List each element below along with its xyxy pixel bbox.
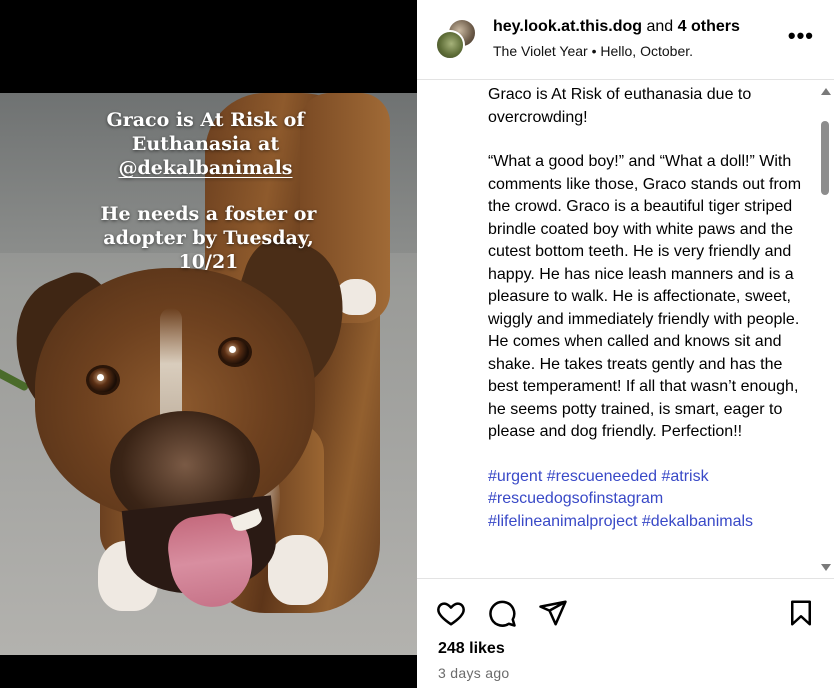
likes-count[interactable]: 248 likes [438, 640, 505, 658]
post-header: hey.look.at.this.dog and 4 others The Vi… [417, 0, 834, 80]
others-link[interactable]: 4 others [678, 18, 740, 35]
scroll-down-arrow-icon[interactable] [821, 564, 831, 571]
audio-artist-link[interactable]: The Violet Year [493, 43, 588, 59]
audio-info: The Violet Year • Hello, October. [493, 43, 693, 59]
dog-eye-right [218, 337, 252, 367]
like-button[interactable] [436, 598, 466, 628]
caption-paragraph: “What a good boy!” and “What a doll!” Wi… [488, 153, 802, 440]
comment-button[interactable] [487, 598, 517, 628]
bookmark-icon [791, 600, 811, 626]
caption-paragraph: Graco is At Risk of euthanasia due to ov… [488, 86, 752, 126]
post-panel: hey.look.at.this.dog and 4 others The Vi… [417, 0, 834, 688]
scroll-up-arrow-icon[interactable] [821, 88, 831, 95]
hashtags: #urgent #rescueneeded #atrisk #rescuedog… [488, 466, 808, 534]
hashtag-line[interactable]: #lifelineanimalproject #dekalbanimals [488, 511, 808, 534]
caption-scrollbar[interactable] [816, 81, 834, 578]
overlay-line: Euthanasia at [131, 133, 280, 155]
scrollbar-thumb[interactable] [821, 121, 829, 195]
collab-avatars[interactable] [435, 18, 479, 62]
dog-paw-right [268, 535, 328, 605]
overlay-line: He needs a foster or [100, 203, 317, 225]
post-actions: 248 likes 3 days ago [417, 578, 834, 688]
comment-bubble-icon [489, 600, 516, 627]
and-text: and [646, 18, 674, 35]
username-link[interactable]: hey.look.at.this.dog [493, 18, 642, 35]
dog-eye-left [86, 365, 120, 395]
overlay-handle: @dekalbanimals [118, 157, 293, 179]
separator-dot: • [591, 43, 597, 59]
caption-scroll-area[interactable]: Graco is At Risk of euthanasia due to ov… [417, 81, 834, 578]
avatar[interactable] [435, 30, 465, 60]
overlay-text-risk: Graco is At Risk of Euthanasia at @dekal… [0, 108, 414, 180]
overlay-line: 10/21 [178, 251, 239, 273]
heart-icon [437, 602, 465, 626]
save-button[interactable] [786, 598, 816, 628]
more-options-icon[interactable]: ••• [788, 25, 814, 47]
hashtag-line[interactable]: #rescuedogsofinstagram [488, 488, 808, 511]
overlay-line: Graco is At Risk of [106, 109, 305, 131]
post-caption: Graco is At Risk of euthanasia due to ov… [488, 84, 808, 533]
post-authors: hey.look.at.this.dog and 4 others [493, 18, 740, 36]
post-timestamp[interactable]: 3 days ago [438, 665, 510, 681]
overlay-line: adopter by Tuesday, [103, 227, 314, 249]
hashtag-line[interactable]: #urgent #rescueneeded #atrisk [488, 466, 808, 489]
paper-plane-icon [539, 600, 567, 626]
audio-song-link[interactable]: Hello, October. [600, 43, 693, 59]
overlay-text-deadline: He needs a foster or adopter by Tuesday,… [0, 202, 417, 274]
post-media[interactable]: Graco is At Risk of Euthanasia at @dekal… [0, 0, 417, 688]
share-button[interactable] [538, 598, 568, 628]
